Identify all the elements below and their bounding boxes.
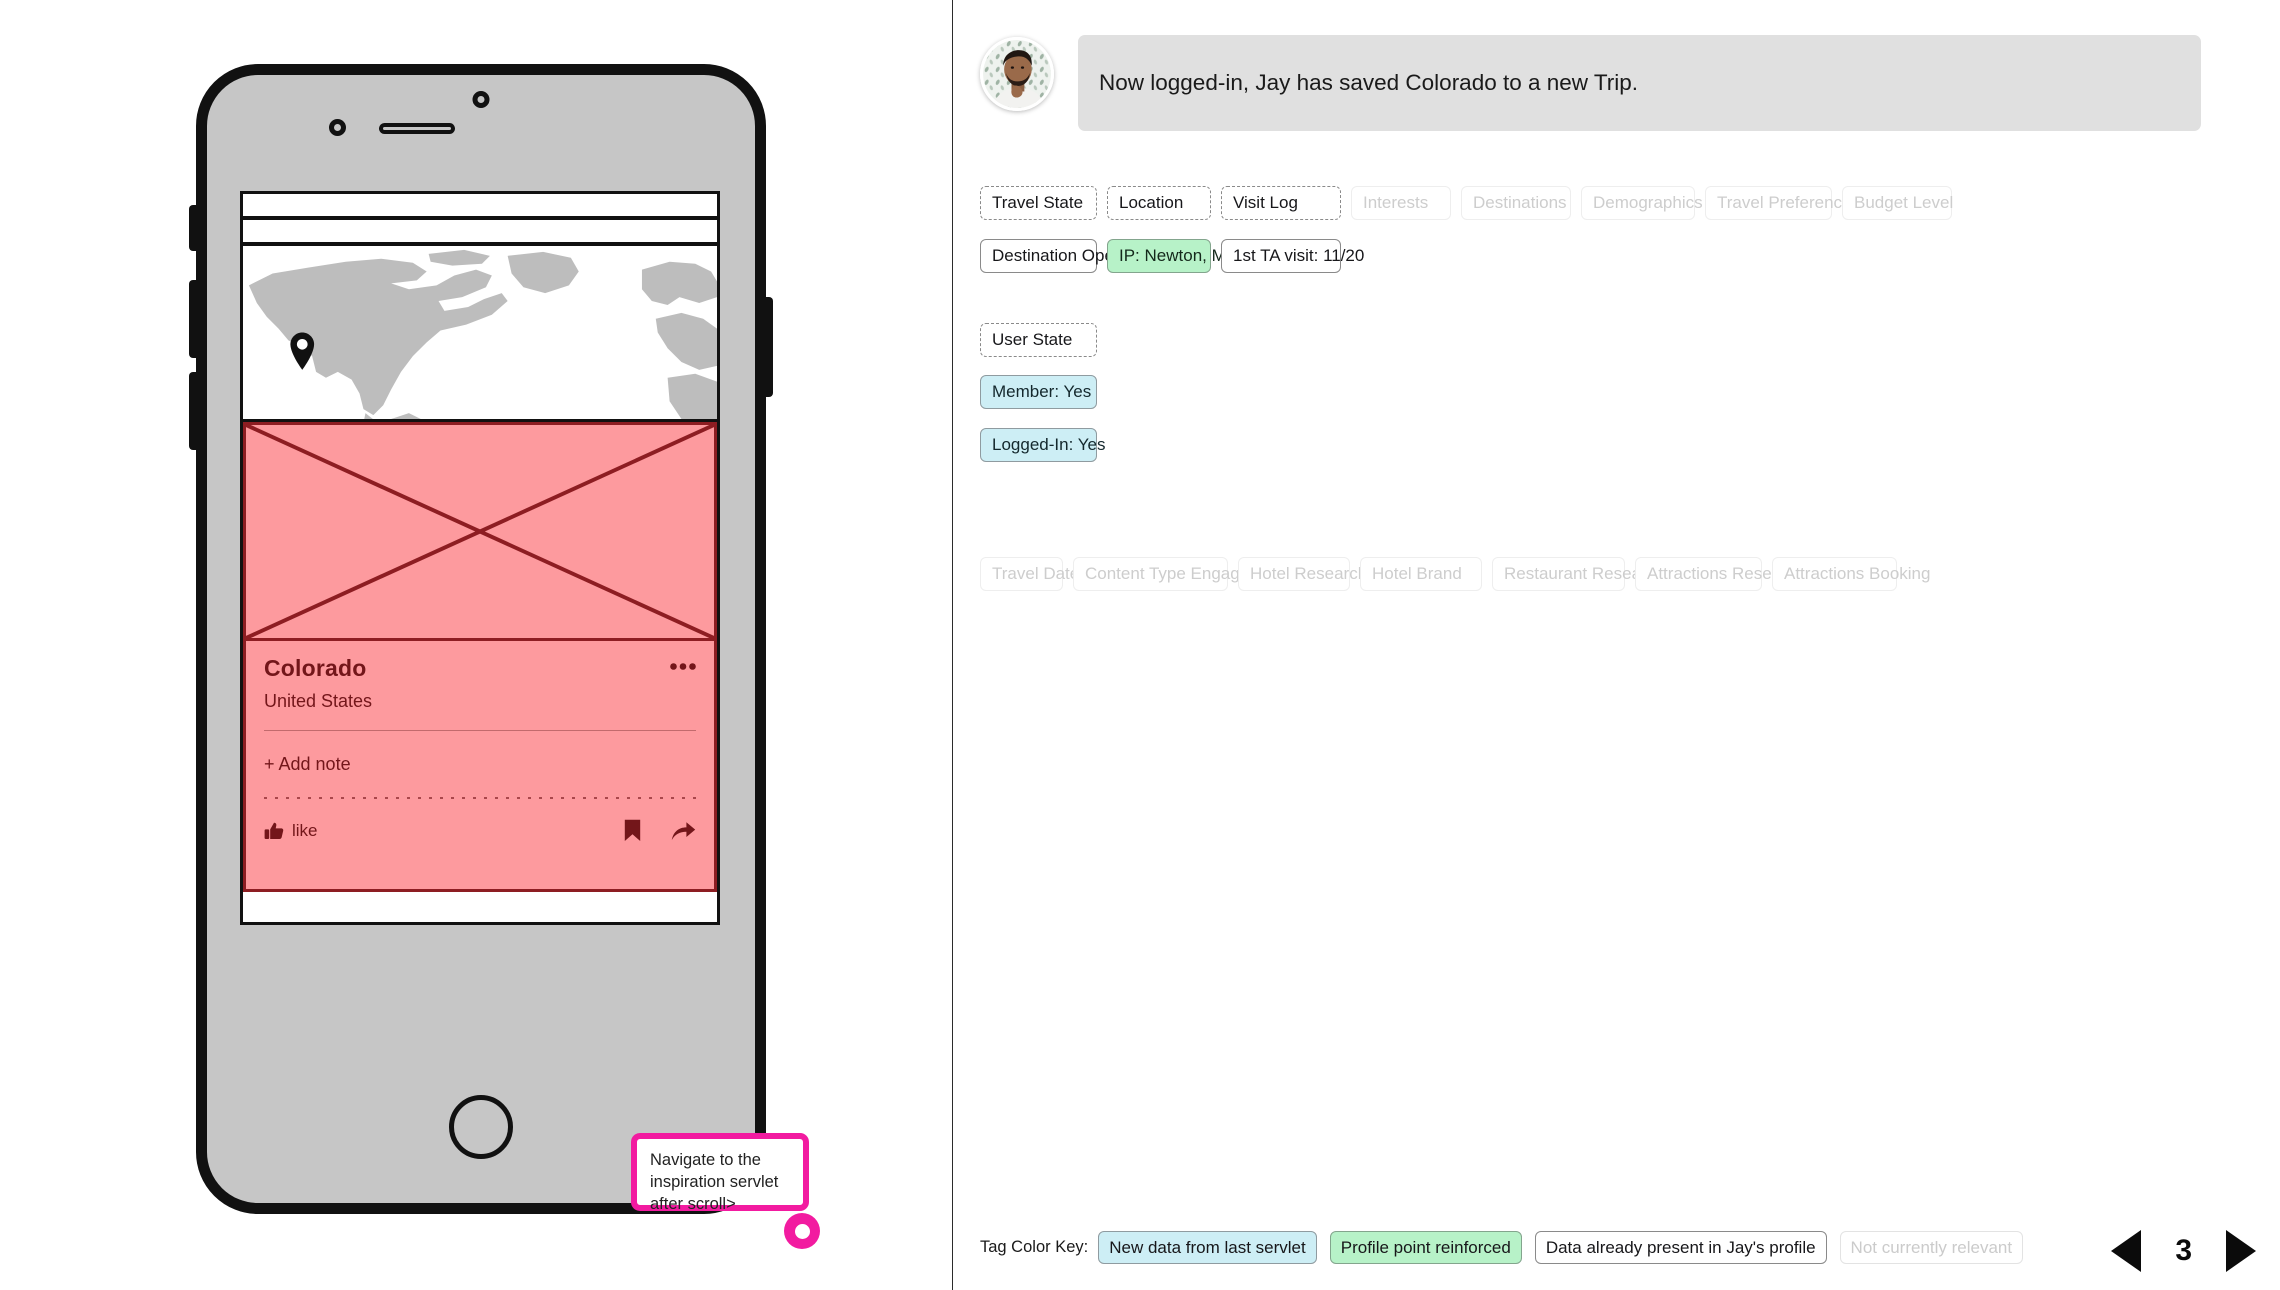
tag-destination-open[interactable]: Destination Open	[980, 239, 1123, 273]
card-add-note-button[interactable]: + Add note	[264, 754, 696, 775]
tag-member-yes[interactable]: Member: Yes	[980, 375, 1097, 409]
tag-row-user-state-category: User State	[980, 323, 1107, 357]
app-status-bar	[243, 194, 717, 220]
key-tag-new-data-from-last-servlet: New data from last servlet	[1098, 1231, 1317, 1264]
card-like-button[interactable]: like	[264, 821, 318, 841]
card-action-bar: like	[264, 819, 696, 842]
tag-1st-ta-visit-11-20[interactable]: 1st TA visit: 11/20	[1221, 239, 1364, 273]
tag-row-row-1-categories: Travel State Location Visit Log Interests De…	[980, 186, 1962, 220]
tag-content-type-engagement[interactable]: Content Type Engagement	[1073, 557, 1287, 591]
tag-row-row-2-values: Destination Open IP: Newton, MA 1st TA vis…	[980, 239, 1364, 273]
tag-ip-newton-ma[interactable]: IP: Newton, MA	[1107, 239, 1237, 273]
key-tag-not-currently-relevant: Not currently relevant	[1839, 1231, 2024, 1264]
tag-logged-in-yes[interactable]: Logged-In: Yes	[980, 428, 1105, 462]
card-image-placeholder	[246, 425, 714, 641]
status-message-bar: Now logged-in, Jay has saved Colorado to…	[1078, 35, 2201, 131]
page-number: 3	[2175, 1234, 2192, 1267]
phone-home-button[interactable]	[449, 1095, 513, 1159]
annotation-callout: Navigate to the inspiration servlet afte…	[631, 1133, 809, 1213]
phone-power-button[interactable]	[764, 297, 773, 397]
header-row: Now logged-in, Jay has saved Colorado to…	[980, 35, 2201, 131]
phone-earpiece-speaker	[379, 123, 455, 134]
tag-hotel-brand[interactable]: Hotel Brand	[1360, 557, 1482, 591]
card-secondary-actions	[624, 819, 696, 842]
tag-attractions-booking[interactable]: Attractions Booking	[1772, 557, 1930, 591]
image-placeholder-cross	[246, 425, 714, 638]
tag-travel-dates[interactable]: Travel Dates	[980, 557, 1088, 591]
profile-tags-pane: Now logged-in, Jay has saved Colorado to…	[953, 0, 2280, 1290]
map-view[interactable]	[243, 246, 717, 422]
triangle-left-icon[interactable]	[2111, 1230, 2142, 1272]
tag-destinations[interactable]: Destinations	[1461, 186, 1571, 220]
avatar	[980, 37, 1054, 111]
inspiration-card[interactable]: Colorado United States + Add note like	[243, 422, 717, 892]
click-target-icon[interactable]	[784, 1213, 820, 1249]
key-tag-profile-point-reinforced: Profile point reinforced	[1329, 1231, 1522, 1264]
share-icon[interactable]	[671, 820, 696, 841]
tag-row-user-state-value-login: Logged-In: Yes	[980, 428, 1107, 462]
world-map-graphic	[243, 246, 717, 419]
phone-mockup-pane: Colorado United States + Add note like N…	[0, 0, 953, 1290]
tag-hotel-research[interactable]: Hotel Research	[1238, 557, 1367, 591]
annotation-callout-text: Navigate to the inspiration servlet afte…	[650, 1151, 779, 1213]
pagination-controls: 3	[2111, 1230, 2256, 1272]
card-like-label: like	[292, 820, 318, 840]
tag-travel-state[interactable]: Travel State	[980, 186, 1097, 220]
card-dotted-divider	[264, 797, 696, 799]
phone-volume-down-button[interactable]	[189, 372, 198, 450]
tag-user-state[interactable]: User State	[980, 323, 1097, 357]
phone-proximity-sensor	[329, 119, 346, 136]
phone-front-camera	[472, 91, 490, 108]
phone-screen: Colorado United States + Add note like	[240, 191, 720, 925]
avatar-photo	[983, 40, 1051, 108]
card-body: Colorado United States + Add note like	[246, 641, 714, 889]
more-options-icon[interactable]	[670, 663, 696, 670]
key-tag-data-already-present-in-jay-s-profile: Data already present in Jay's profile	[1534, 1231, 1827, 1264]
phone-volume-up-button[interactable]	[189, 280, 198, 358]
tag-color-key-label: Tag Color Key:	[980, 1238, 1089, 1256]
tag-interests[interactable]: Interests	[1351, 186, 1451, 220]
tag-budget-level[interactable]: Budget Level	[1842, 186, 1953, 220]
triangle-right-icon[interactable]	[2226, 1230, 2256, 1272]
tag-location[interactable]: Location	[1107, 186, 1211, 220]
screen-root: Colorado United States + Add note like N…	[0, 0, 2280, 1290]
app-nav-bar	[243, 220, 717, 246]
tag-attractions-research[interactable]: Attractions Research	[1635, 557, 1805, 591]
tag-color-key: Tag Color Key: New data from last servle…	[980, 1231, 2260, 1264]
bookmark-icon[interactable]	[624, 819, 641, 842]
tag-demographics[interactable]: Demographics	[1581, 186, 1703, 220]
phone-frame: Colorado United States + Add note like	[189, 64, 773, 1214]
tag-travel-preference[interactable]: Travel Preference	[1705, 186, 1851, 220]
tag-row-user-state-value-member: Member: Yes	[980, 375, 1107, 409]
tag-visit-log[interactable]: Visit Log	[1221, 186, 1341, 220]
card-divider	[264, 730, 696, 731]
status-message-text: Now logged-in, Jay has saved Colorado to…	[1099, 70, 1639, 95]
tag-row-row-3-faded-categories: Travel Dates Content Type Engagement Hotel…	[980, 557, 1930, 591]
tag-color-key-items: New data from last servlet Profile point …	[1098, 1231, 2036, 1264]
card-title: Colorado	[264, 655, 367, 681]
tag-restaurant-research[interactable]: Restaurant Research	[1492, 557, 1665, 591]
thumbs-up-icon	[264, 822, 284, 840]
phone-silent-switch[interactable]	[189, 205, 198, 251]
card-subtitle: United States	[264, 691, 373, 711]
